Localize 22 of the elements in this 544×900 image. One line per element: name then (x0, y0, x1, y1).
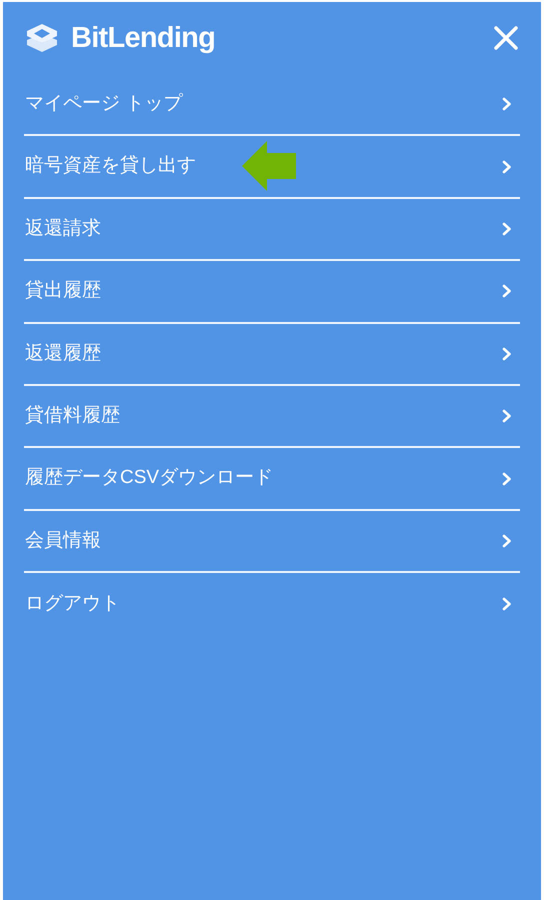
menu-item[interactable]: 貸借料履歴 (24, 386, 520, 448)
logo-icon (25, 23, 59, 53)
menu-item[interactable]: ログアウト (24, 573, 520, 636)
logo-text: BitLending (71, 24, 216, 52)
chevron-icon (502, 160, 512, 174)
menu-item[interactable]: 返還請求 (24, 198, 520, 262)
menu-item[interactable]: 履歴データCSVダウンロード (24, 448, 520, 511)
chevron-icon (502, 409, 512, 424)
chevron-icon (502, 534, 512, 548)
chevron-icon (502, 597, 512, 612)
chevron-icon (502, 346, 512, 361)
menu-item[interactable]: 貸出履歴 (24, 261, 520, 324)
menu-item[interactable]: 暗号資産を貸し出す (24, 136, 520, 199)
close-button[interactable] (491, 23, 521, 53)
chevron-icon (502, 284, 512, 298)
arrow-icon (240, 139, 298, 194)
menu-item[interactable]: 会員情報 (24, 510, 520, 574)
chevron-icon (502, 97, 512, 112)
chevron-icon (502, 472, 512, 486)
chevron-icon (502, 222, 512, 236)
menu-item[interactable]: 返還履歴 (24, 324, 520, 386)
menu-item[interactable]: マイページ トップ (24, 74, 520, 136)
